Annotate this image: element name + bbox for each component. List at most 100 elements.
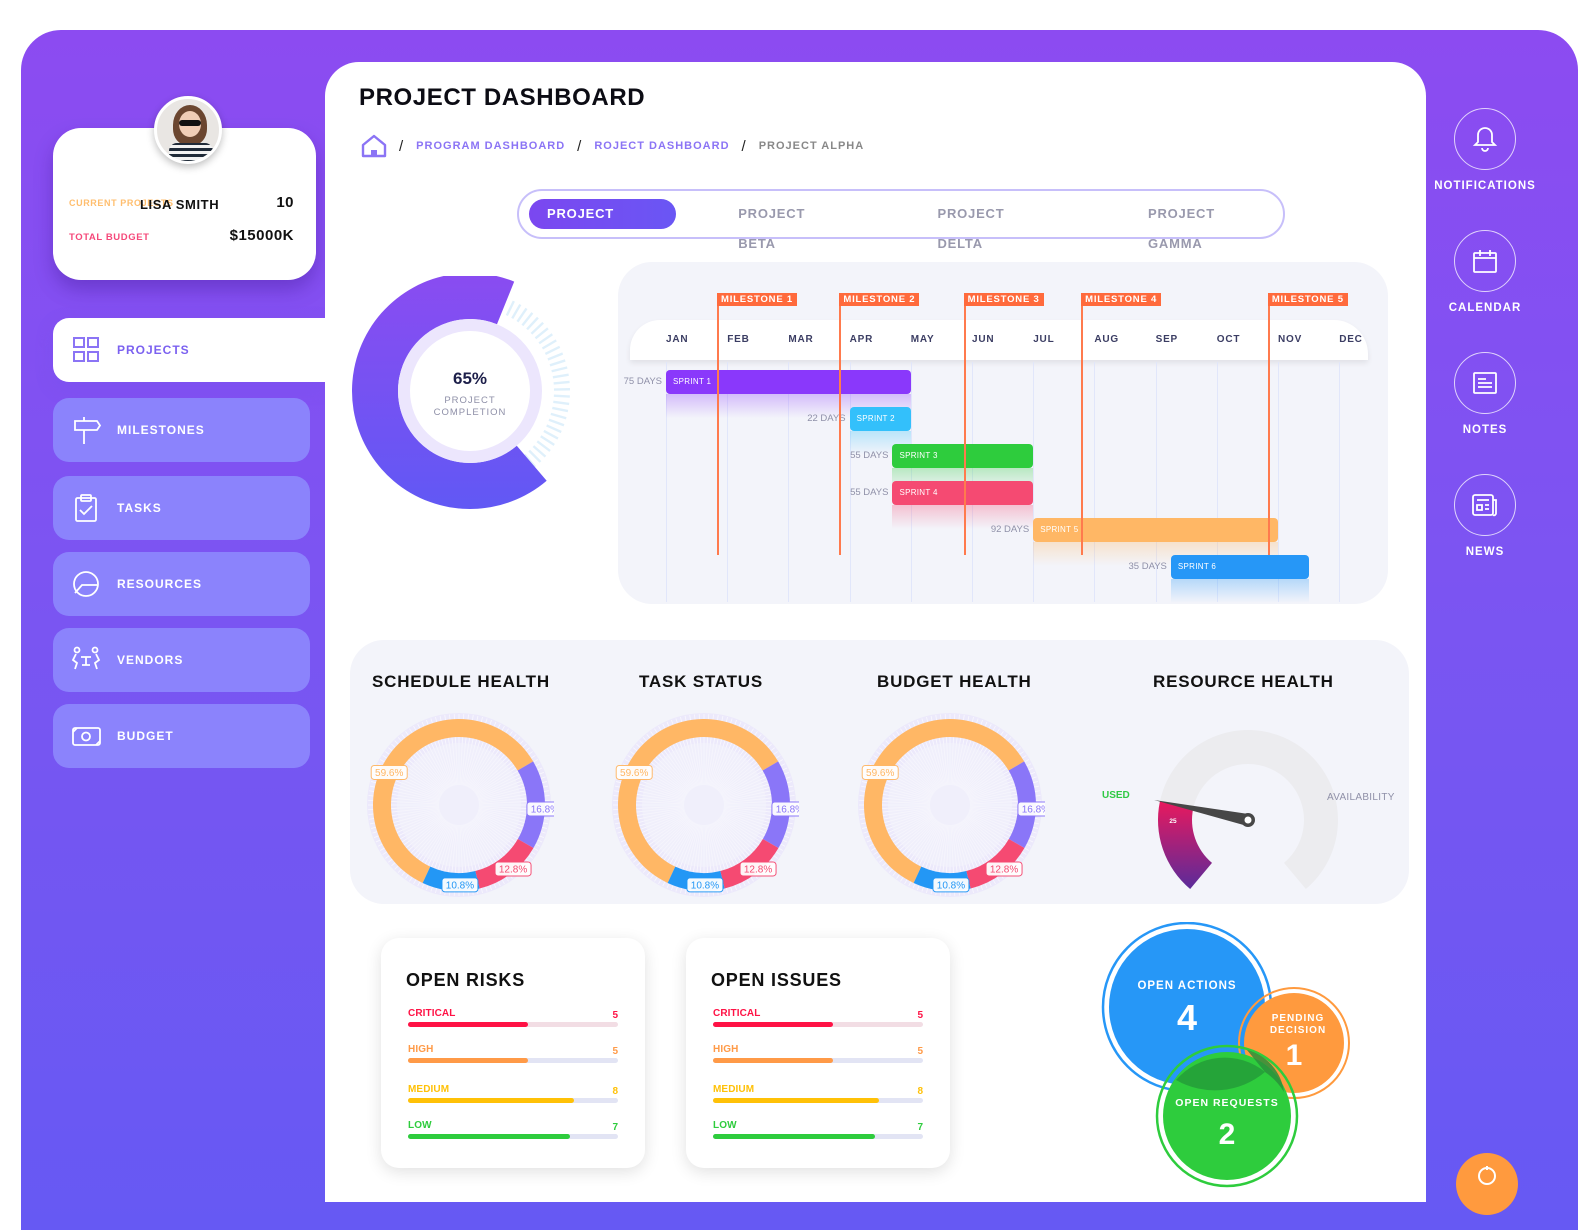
- remaining-tick: [542, 340, 556, 348]
- tab-project-alpha[interactable]: PROJECT ALPHA: [529, 199, 676, 229]
- severity-track: [408, 1058, 618, 1063]
- dollar-icon: [1476, 1165, 1498, 1187]
- completion-percent: 65%: [453, 369, 487, 388]
- milestone-flag[interactable]: MILESTONE 3: [964, 293, 1044, 306]
- month-label: JUN: [972, 334, 994, 345]
- gantt-grid-line: [1033, 362, 1034, 602]
- sprint-bar[interactable]: SPRINT 1: [666, 370, 911, 394]
- meeting-icon: [71, 645, 101, 675]
- severity-count: 5: [612, 1046, 618, 1057]
- donut-label: 16.8%: [776, 804, 799, 815]
- remaining-tick: [551, 414, 566, 418]
- gauge-availability-label: AVAILABILITY: [1327, 792, 1395, 803]
- breadcrumb-program-dashboard[interactable]: PROGRAM DASHBOARD: [416, 140, 565, 152]
- sidebar-item-tasks[interactable]: TASKS: [53, 476, 310, 540]
- severity-label: MEDIUM: [713, 1084, 923, 1095]
- remaining-tick: [554, 382, 570, 383]
- sidebar-item-projects[interactable]: PROJECTS: [53, 318, 325, 382]
- severity-count: 8: [917, 1086, 923, 1097]
- open-requests-value: 2: [1219, 1118, 1236, 1151]
- donut-label: 10.8%: [446, 880, 474, 891]
- open-risks-card: OPEN RISKS CRITICAL 5 HIGH 5 MEDIUM 8 LO…: [381, 938, 645, 1168]
- month-label: AUG: [1094, 334, 1119, 345]
- donut-label: 16.8%: [531, 804, 554, 815]
- remaining-tick: [541, 436, 554, 445]
- remaining-tick: [517, 308, 526, 321]
- severity-fill: [713, 1134, 875, 1139]
- severity-fill: [713, 1058, 833, 1063]
- task-status-donut: 59.6%16.8%12.8%10.8%: [609, 710, 799, 900]
- severity-fill: [408, 1134, 570, 1139]
- month-label: DEC: [1339, 334, 1363, 345]
- tab-project-delta[interactable]: PROJECT DELTA: [919, 199, 1064, 229]
- severity-label: LOW: [408, 1120, 618, 1131]
- severity-track: [408, 1098, 618, 1103]
- severity-count: 8: [612, 1086, 618, 1097]
- severity-track: [713, 1134, 923, 1139]
- tab-project-gamma[interactable]: PROJECT GAMMA: [1130, 199, 1283, 229]
- completion-label-2: COMPLETION: [434, 407, 507, 418]
- breadcrumb-project-dashboard[interactable]: ROJECT DASHBOARD: [594, 140, 729, 152]
- donut-inner: [397, 743, 521, 867]
- rail-notifications[interactable]: NOTIFICATIONS: [1425, 108, 1545, 192]
- calendar-icon: [1472, 248, 1498, 274]
- sidebar-item-label: RESOURCES: [117, 577, 202, 591]
- sidebar-item-resources[interactable]: RESOURCES: [53, 552, 310, 616]
- milestone-flag[interactable]: MILESTONE 2: [839, 293, 919, 306]
- sidebar-item-label: VENDORS: [117, 653, 183, 667]
- gantt-chart: JANFEBMARAPRMAYJUNJULAUGSEPOCTNOVDEC SPR…: [618, 262, 1388, 604]
- sprint-duration: 22 DAYS: [786, 413, 846, 424]
- milestone-flag[interactable]: MILESTONE 4: [1081, 293, 1161, 306]
- sprint-duration: 75 DAYS: [602, 376, 662, 387]
- remaining-tick: [539, 334, 552, 343]
- month-label: APR: [850, 334, 874, 345]
- floating-action-button[interactable]: [1456, 1153, 1518, 1215]
- donut-label: 10.8%: [937, 880, 965, 891]
- severity-label: CRITICAL: [408, 1008, 618, 1019]
- sprint-duration: 35 DAYS: [1107, 561, 1167, 572]
- avatar[interactable]: [154, 96, 222, 164]
- remaining-tick: [553, 402, 569, 404]
- sprint-bar[interactable]: SPRINT 6: [1171, 555, 1309, 579]
- home-icon[interactable]: [361, 134, 387, 158]
- milestone-flag[interactable]: MILESTONE 5: [1268, 293, 1348, 306]
- rail-notes[interactable]: NOTES: [1425, 352, 1545, 436]
- milestone-line: [964, 293, 966, 555]
- remaining-tick: [522, 313, 532, 326]
- open-issues-title: OPEN ISSUES: [711, 970, 842, 991]
- severity-row: CRITICAL 5: [408, 1008, 618, 1019]
- sidebar-item-vendors[interactable]: VENDORS: [53, 628, 310, 692]
- severity-label: HIGH: [713, 1044, 923, 1055]
- schedule-health-donut: 59.6%16.8%12.8%10.8%: [364, 710, 554, 900]
- donut-label: 59.6%: [620, 768, 648, 779]
- remaining-tick: [553, 375, 569, 378]
- sprint-bar[interactable]: SPRINT 2: [850, 407, 911, 431]
- pending-decision-label-2: DECISION: [1270, 1025, 1326, 1036]
- remaining-tick: [537, 441, 550, 451]
- donut-label: 10.8%: [691, 880, 719, 891]
- sidebar-item-budget[interactable]: BUDGET: [53, 704, 310, 768]
- open-requests-label: OPEN REQUESTS: [1175, 1097, 1278, 1109]
- severity-fill: [408, 1098, 574, 1103]
- severity-row: HIGH 5: [408, 1044, 618, 1055]
- summary-bubbles: OPEN ACTIONS 4 PENDING DECISION 1 OPEN R…: [1095, 922, 1375, 1202]
- milestone-flag[interactable]: MILESTONE 1: [717, 293, 797, 306]
- clipboard-check-icon: [71, 493, 101, 523]
- open-requests-bubble[interactable]: OPEN REQUESTS 2: [1157, 1046, 1297, 1186]
- remaining-tick: [544, 431, 558, 439]
- sidebar-item-milestones[interactable]: MILESTONES: [53, 398, 310, 462]
- breadcrumb: / PROGRAM DASHBOARD / ROJECT DASHBOARD /…: [361, 134, 864, 158]
- notes-icon: [1472, 370, 1498, 396]
- rail-calendar[interactable]: CALENDAR: [1425, 230, 1545, 314]
- tab-project-beta[interactable]: PROJECT BETA: [720, 199, 857, 229]
- severity-track: [713, 1098, 923, 1103]
- page-title: PROJECT DASHBOARD: [359, 84, 645, 112]
- severity-count: 5: [917, 1010, 923, 1021]
- total-budget-label: TOTAL BUDGET: [69, 232, 150, 243]
- rail-news[interactable]: NEWS: [1425, 474, 1545, 558]
- severity-label: LOW: [713, 1120, 923, 1131]
- project-tabs: PROJECT ALPHA PROJECT BETA PROJECT DELTA…: [517, 189, 1285, 239]
- profile-name: LISA SMITH: [140, 197, 219, 212]
- remaining-tick: [548, 354, 563, 360]
- sprint-bar[interactable]: SPRINT 5: [1033, 518, 1278, 542]
